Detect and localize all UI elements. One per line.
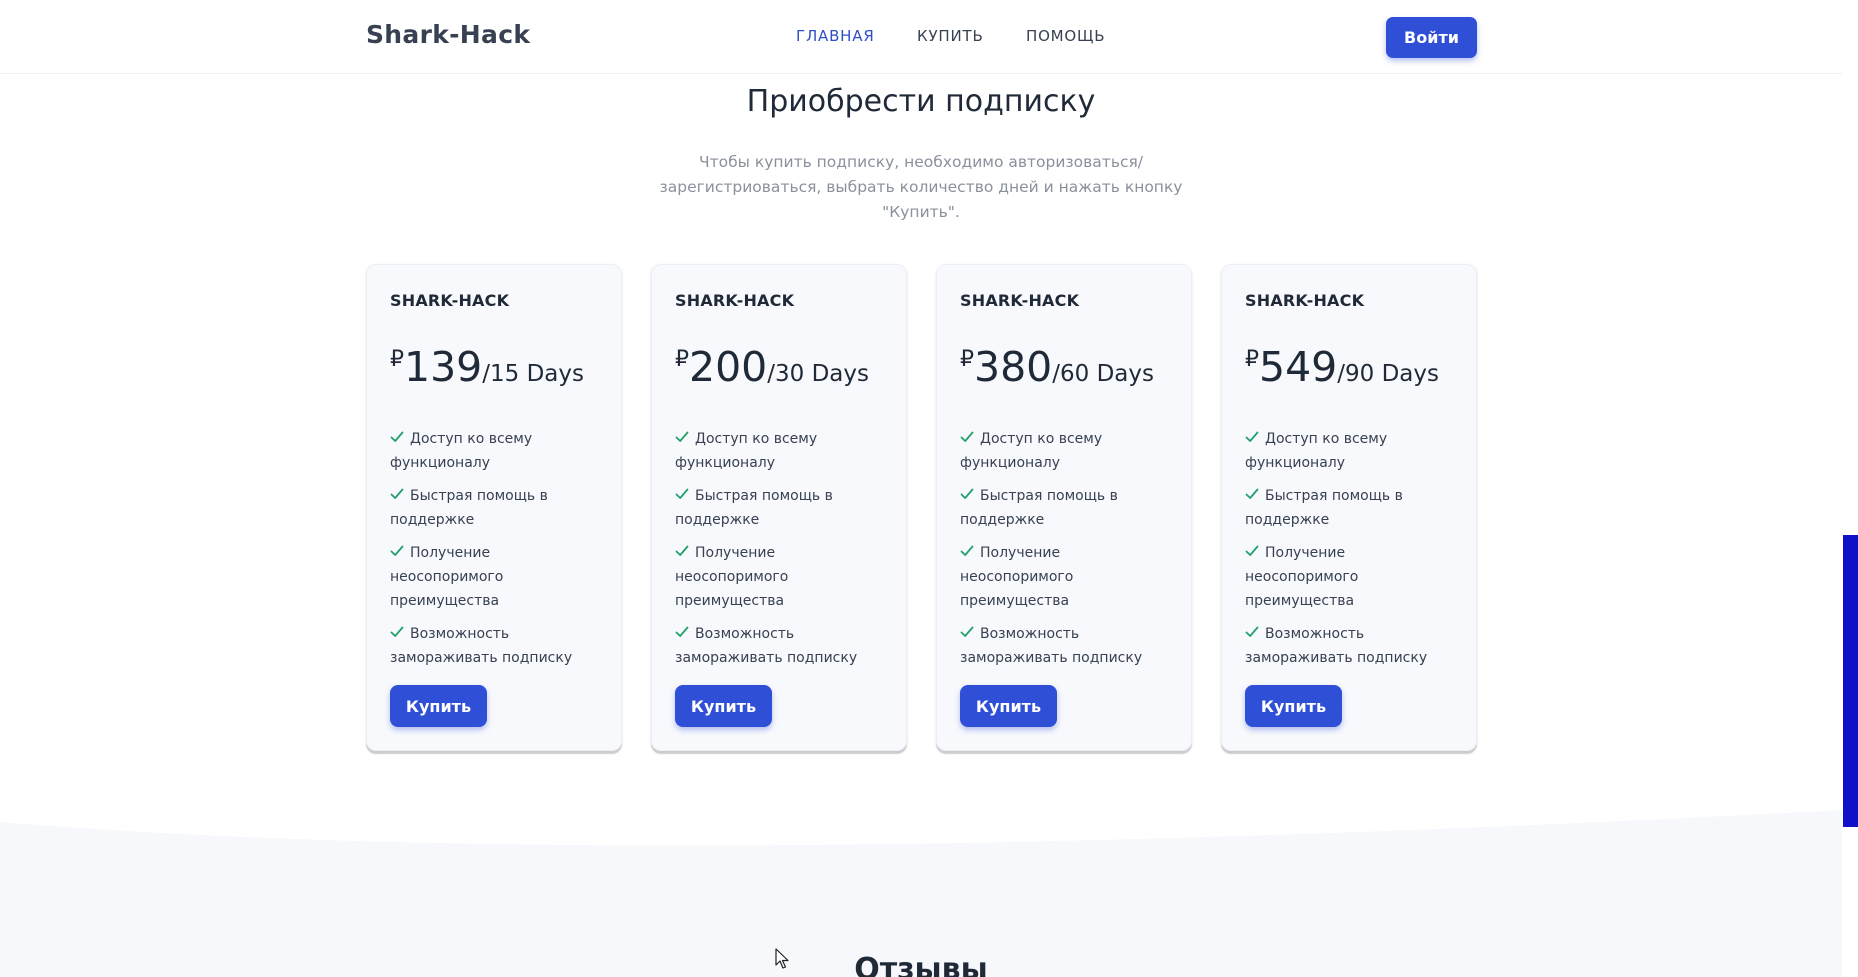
price-period: /90 Days [1337, 361, 1439, 387]
check-icon [960, 545, 974, 556]
price-period: /60 Days [1052, 361, 1154, 387]
feature-text: Быстрая помощь в поддержке [675, 488, 833, 528]
plan-name: SHARK-HACK [960, 291, 1080, 310]
check-icon [675, 488, 689, 499]
buy-button-90-days[interactable]: Купить [1245, 685, 1342, 727]
check-icon [390, 626, 404, 637]
feature-item: Доступ ко всему функционалу [390, 427, 605, 475]
check-icon [675, 431, 689, 442]
scrollbar-thumb[interactable] [1843, 535, 1858, 827]
price-amount: 549 [1259, 343, 1338, 391]
feature-text: Возможность замораживать подписку [390, 626, 573, 666]
plan-price: ₽139/15 Days [390, 343, 584, 391]
feature-item: Возможность замораживать подписку [390, 622, 605, 670]
feature-item: Возможность замораживать подписку [960, 622, 1175, 670]
currency-symbol: ₽ [390, 347, 404, 372]
plan-name: SHARK-HACK [390, 291, 510, 310]
page: Shark-Hack ГЛАВНАЯ КУПИТЬ ПОМОЩЬ Войти П… [0, 0, 1858, 977]
reviews-title: Отзывы [854, 952, 988, 977]
price-period: /15 Days [482, 361, 584, 387]
site-logo[interactable]: Shark-Hack [366, 20, 530, 49]
feature-item: Возможность замораживать подписку [675, 622, 890, 670]
check-icon [1245, 545, 1259, 556]
feature-text: Доступ ко всему функционалу [960, 431, 1103, 471]
site-header: Shark-Hack ГЛАВНАЯ КУПИТЬ ПОМОЩЬ Войти [0, 0, 1842, 74]
check-icon [1245, 626, 1259, 637]
buy-button-15-days[interactable]: Купить [390, 685, 487, 727]
check-icon [390, 545, 404, 556]
nav-item-buy[interactable]: КУПИТЬ [917, 27, 984, 45]
feature-list: Доступ ко всему функционалу Быстрая помо… [1245, 427, 1460, 679]
feature-list: Доступ ко всему функционалу Быстрая помо… [960, 427, 1175, 679]
currency-symbol: ₽ [960, 347, 974, 372]
nav-item-help[interactable]: ПОМОЩЬ [1026, 27, 1105, 45]
feature-item: Доступ ко всему функционалу [1245, 427, 1460, 475]
feature-text: Получение неосопоримого преимущества [960, 545, 1074, 609]
feature-text: Быстрая помощь в поддержке [1245, 488, 1403, 528]
price-amount: 380 [974, 343, 1053, 391]
check-icon [960, 626, 974, 637]
feature-text: Возможность замораживать подписку [960, 626, 1143, 666]
mouse-pointer-icon [775, 948, 789, 969]
feature-text: Возможность замораживать подписку [1245, 626, 1428, 666]
buy-button-30-days[interactable]: Купить [675, 685, 772, 727]
check-icon [1245, 488, 1259, 499]
price-amount: 200 [689, 343, 768, 391]
feature-item: Быстрая помощь в поддержке [960, 484, 1175, 532]
feature-item: Получение неосопоримого преимущества [1245, 541, 1460, 613]
pricing-title: Приобрести подписку [746, 84, 1096, 119]
plan-name: SHARK-HACK [1245, 291, 1365, 310]
pricing-card-30-days: SHARK-HACK ₽200/30 Days Доступ ко всему … [651, 264, 907, 751]
feature-item: Получение неосопоримого преимущества [675, 541, 890, 613]
feature-item: Доступ ко всему функционалу [960, 427, 1175, 475]
feature-list: Доступ ко всему функционалу Быстрая помо… [390, 427, 605, 679]
check-icon [675, 626, 689, 637]
feature-text: Быстрая помощь в поддержке [390, 488, 548, 528]
plan-price: ₽200/30 Days [675, 343, 869, 391]
scrollbar-track[interactable] [1842, 0, 1858, 977]
currency-symbol: ₽ [675, 347, 689, 372]
price-period: /30 Days [767, 361, 869, 387]
feature-item: Быстрая помощь в поддержке [675, 484, 890, 532]
check-icon [1245, 431, 1259, 442]
plan-name: SHARK-HACK [675, 291, 795, 310]
plan-price: ₽549/90 Days [1245, 343, 1439, 391]
nav-item-home[interactable]: ГЛАВНАЯ [796, 27, 875, 45]
feature-text: Возможность замораживать подписку [675, 626, 858, 666]
feature-item: Быстрая помощь в поддержке [390, 484, 605, 532]
feature-item: Получение неосопоримого преимущества [390, 541, 605, 613]
feature-item: Получение неосопоримого преимущества [960, 541, 1175, 613]
feature-item: Доступ ко всему функционалу [675, 427, 890, 475]
pricing-card-60-days: SHARK-HACK ₽380/60 Days Доступ ко всему … [936, 264, 1192, 751]
pricing-subtitle: Чтобы купить подписку, необходимо автори… [659, 153, 1183, 221]
plan-price: ₽380/60 Days [960, 343, 1154, 391]
feature-text: Быстрая помощь в поддержке [960, 488, 1118, 528]
feature-text: Получение неосопоримого преимущества [675, 545, 789, 609]
feature-item: Возможность замораживать подписку [1245, 622, 1460, 670]
feature-list: Доступ ко всему функционалу Быстрая помо… [675, 427, 890, 679]
feature-text: Доступ ко всему функционалу [675, 431, 818, 471]
feature-text: Получение неосопоримого преимущества [390, 545, 504, 609]
pricing-card-15-days: SHARK-HACK ₽139/15 Days Доступ ко всему … [366, 264, 622, 751]
currency-symbol: ₽ [1245, 347, 1259, 372]
check-icon [960, 431, 974, 442]
check-icon [960, 488, 974, 499]
check-icon [390, 488, 404, 499]
price-amount: 139 [404, 343, 483, 391]
feature-text: Получение неосопоримого преимущества [1245, 545, 1359, 609]
feature-item: Быстрая помощь в поддержке [1245, 484, 1460, 532]
buy-button-60-days[interactable]: Купить [960, 685, 1057, 727]
check-icon [390, 431, 404, 442]
check-icon [675, 545, 689, 556]
feature-text: Доступ ко всему функционалу [1245, 431, 1388, 471]
login-button[interactable]: Войти [1386, 17, 1477, 58]
pricing-card-90-days: SHARK-HACK ₽549/90 Days Доступ ко всему … [1221, 264, 1477, 751]
feature-text: Доступ ко всему функционалу [390, 431, 533, 471]
